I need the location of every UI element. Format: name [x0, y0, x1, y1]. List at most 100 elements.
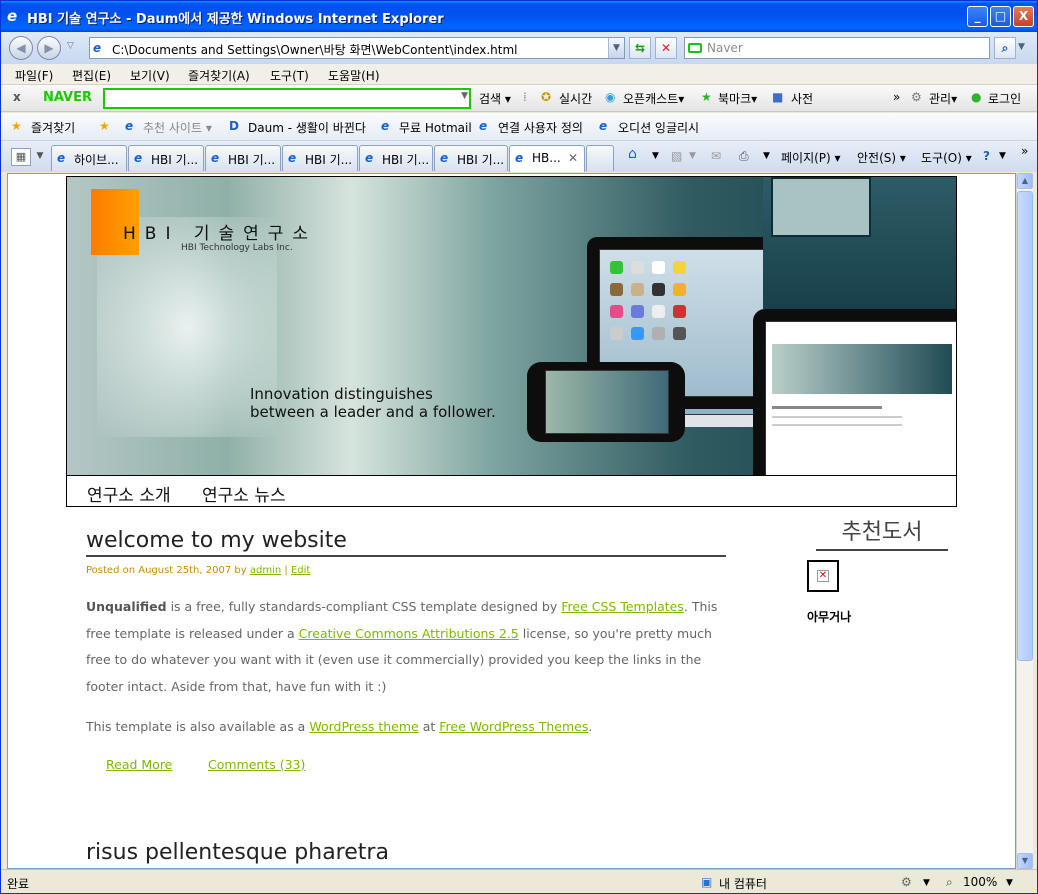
naver-opencast[interactable]: 오픈캐스트▾ — [623, 90, 684, 107]
ie-page-icon: e — [211, 151, 220, 165]
scroll-thumb[interactable] — [1017, 191, 1033, 661]
login-icon: ● — [971, 90, 982, 104]
search-button[interactable]: ⌕ — [994, 37, 1016, 59]
zoom-dropdown-icon[interactable]: ▼ — [1006, 878, 1013, 888]
menu-edit[interactable]: 편집(E) — [72, 67, 111, 84]
naver-toolbar-close-button[interactable]: x — [13, 90, 21, 104]
computer-icon: ▣ — [701, 875, 713, 889]
naver-search-dropdown-icon[interactable]: ▼ — [461, 91, 468, 101]
minimize-button[interactable]: _ — [967, 6, 988, 27]
close-tab-icon[interactable]: ✕ — [568, 151, 578, 165]
search-options-icon[interactable]: ▼ — [1018, 42, 1025, 52]
search-input[interactable]: Naver — [684, 37, 990, 59]
tab-label: HBI 기... — [382, 153, 430, 167]
sidebar-title: 추천도서 — [816, 514, 948, 551]
opencast-icon: ◉ — [605, 90, 616, 104]
quick-tabs-button[interactable]: ▦ — [11, 148, 31, 166]
nav-about-lab[interactable]: 연구소 소개 — [87, 481, 171, 506]
naver-search-input[interactable]: ▼ — [103, 88, 471, 109]
toolbar-overflow-icon[interactable]: » — [893, 90, 900, 104]
naver-dictionary[interactable]: 사전 — [791, 90, 813, 107]
add-favorite-icon[interactable]: ★ — [99, 119, 110, 133]
mail-icon[interactable]: ✉ — [711, 149, 721, 163]
post-links: Read More Comments (33) — [86, 757, 726, 777]
forward-button[interactable]: ▶ — [37, 36, 61, 60]
menu-tools[interactable]: 도구(T) — [270, 67, 309, 84]
close-button[interactable]: X — [1013, 6, 1034, 27]
menu-view[interactable]: 보기(V) — [130, 67, 170, 84]
tab-active[interactable]: e HB... ✕ — [509, 145, 585, 172]
fav-hotmail[interactable]: 무료 Hotmail — [399, 119, 472, 136]
tab-2[interactable]: e HBI 기... — [128, 145, 204, 171]
new-tab-button[interactable] — [586, 145, 614, 171]
fav-audition-english[interactable]: 오디션 잉글리시 — [618, 119, 699, 136]
protected-mode-dropdown-icon[interactable]: ▼ — [923, 878, 930, 888]
vertical-scrollbar[interactable]: ▲ ▼ — [1016, 173, 1033, 869]
tools-menu[interactable]: 도구(O) ▾ — [921, 149, 972, 166]
tab-4[interactable]: e HBI 기... — [282, 145, 358, 171]
tab-6[interactable]: e HBI 기... — [434, 145, 508, 171]
scroll-up-button[interactable]: ▲ — [1017, 173, 1033, 189]
tab-5[interactable]: e HBI 기... — [359, 145, 433, 171]
post-title[interactable]: risus pellentesque pharetra — [86, 840, 726, 867]
ie-page-icon: e — [365, 151, 374, 165]
broken-image[interactable]: ✕ — [807, 560, 839, 592]
print-dropdown-icon[interactable]: ▼ — [763, 151, 770, 161]
read-more-link[interactable]: Read More — [106, 757, 172, 772]
site-logo-subtitle: HBI Technology Labs Inc. — [181, 243, 293, 253]
feeds-icon[interactable]: ▧ — [671, 149, 682, 163]
tab-1[interactable]: e 하이브... — [51, 145, 127, 171]
preview-banner — [772, 344, 952, 394]
url-dropdown-icon[interactable]: ▼ — [608, 38, 624, 58]
help-icon[interactable]: ? — [983, 149, 990, 163]
tab-label: HB... — [532, 151, 561, 165]
maximize-button[interactable]: □ — [990, 6, 1011, 27]
menu-help[interactable]: 도움말(H) — [328, 67, 380, 84]
stop-button[interactable]: ✕ — [655, 37, 677, 59]
creative-commons-link[interactable]: Creative Commons Attributions 2.5 — [299, 626, 519, 641]
feeds-dropdown-icon[interactable]: ▼ — [689, 151, 696, 161]
recent-pages-dropdown-icon[interactable]: ▽ — [67, 41, 74, 51]
tab-3[interactable]: e HBI 기... — [205, 145, 281, 171]
zoom-level[interactable]: 100% — [963, 875, 997, 889]
author-link[interactable]: admin — [250, 565, 281, 576]
paragraph-text: is a free, fully standards-compliant CSS… — [166, 599, 562, 614]
fav-customize-links[interactable]: 연결 사용자 정의 — [498, 119, 583, 136]
free-css-templates-link[interactable]: Free CSS Templates — [561, 599, 684, 614]
naver-manage[interactable]: 관리▾ — [929, 90, 957, 107]
naver-toolbar: x NAVER ▼ 검색 ▾ ⁞ ✪ 실시간 ◉ 오픈캐스트▾ ★ 북마크▾ ■… — [1, 84, 1037, 112]
template-name: Unqualified — [86, 599, 167, 614]
tab-list-dropdown-icon[interactable]: ▼ — [33, 148, 47, 166]
fav-suggested-sites[interactable]: 추천 사이트 ▾ — [143, 119, 212, 136]
naver-bookmark[interactable]: 북마크▾ — [718, 90, 757, 107]
naver-realtime[interactable]: 실시간 — [559, 90, 592, 107]
safety-menu[interactable]: 안전(S) ▾ — [857, 149, 906, 166]
protected-mode-icon[interactable]: ⚙ — [901, 875, 912, 889]
refresh-button[interactable]: ⇆ — [629, 37, 651, 59]
fav-daum[interactable]: Daum - 생활이 바뀐다 — [248, 119, 366, 136]
home-dropdown-icon[interactable]: ▼ — [652, 151, 659, 161]
post-paragraph-2: This template is also available as a Wor… — [86, 714, 726, 741]
site-logo[interactable]: HBI 기술연구소 — [123, 219, 317, 244]
commandbar-overflow-icon[interactable]: » — [1021, 144, 1028, 158]
home-icon[interactable]: ⌂ — [628, 146, 637, 162]
post-title[interactable]: welcome to my website — [86, 528, 726, 557]
paragraph-text: at — [418, 719, 440, 734]
edit-link[interactable]: Edit — [291, 565, 310, 576]
naver-logo[interactable]: NAVER — [43, 90, 92, 105]
back-button[interactable]: ◀ — [9, 36, 33, 60]
naver-login[interactable]: 로그인 — [988, 90, 1021, 107]
naver-search-button[interactable]: 검색 ▾ — [479, 90, 511, 107]
scroll-down-button[interactable]: ▼ — [1017, 853, 1033, 869]
menu-favorites[interactable]: 즐겨찾기(A) — [188, 67, 250, 84]
menu-file[interactable]: 파일(F) — [15, 67, 53, 84]
wordpress-theme-link[interactable]: WordPress theme — [309, 719, 418, 734]
free-wordpress-themes-link[interactable]: Free WordPress Themes — [439, 719, 588, 734]
comments-link[interactable]: Comments (33) — [208, 757, 305, 772]
favorites-button[interactable]: 즐겨찾기 — [31, 119, 75, 136]
nav-lab-news[interactable]: 연구소 뉴스 — [202, 481, 286, 506]
print-icon[interactable]: ⎙ — [739, 149, 749, 164]
page-menu[interactable]: 페이지(P) ▾ — [781, 149, 841, 166]
url-field[interactable]: e C:\Documents and Settings\Owner\바탕 화면\… — [89, 37, 625, 59]
help-dropdown-icon[interactable]: ▼ — [999, 151, 1006, 161]
